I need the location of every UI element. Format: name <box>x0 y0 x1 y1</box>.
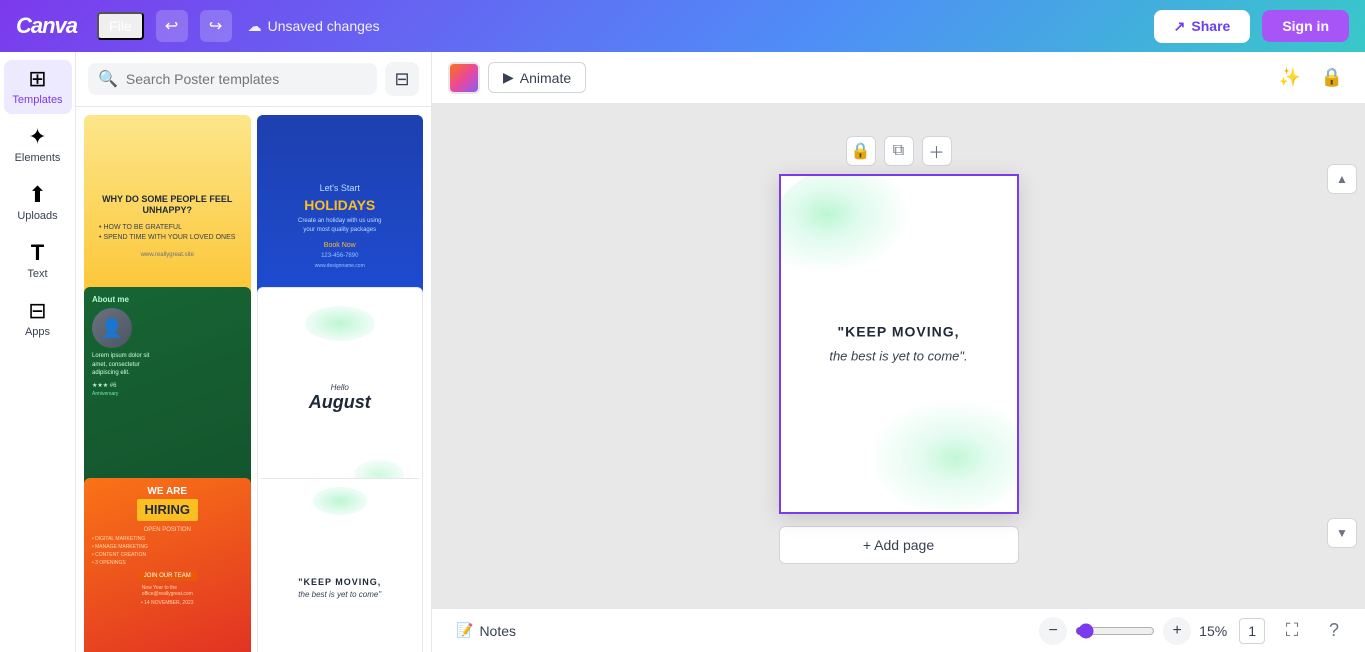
sidebar-item-label: Text <box>27 268 47 280</box>
notes-icon: 📝 <box>456 622 473 639</box>
main-area: ⊞ Templates ✦ Elements ⬆ Uploads T Text … <box>0 52 1365 652</box>
watercolor-bottom-right <box>867 392 1019 512</box>
share-icon: ↗ <box>1174 18 1186 35</box>
zoom-controls: − + 15% <box>1039 617 1227 645</box>
copy-icon: ⧉ <box>893 142 904 160</box>
template-card-travel-journal[interactable]: About me 👤 Lorem ipsum dolor sitamet, co… <box>84 287 251 509</box>
fullscreen-icon: ⛶ <box>1286 620 1299 641</box>
zoom-in-button[interactable]: + <box>1163 617 1191 645</box>
fullscreen-button[interactable]: ⛶ <box>1277 616 1307 646</box>
quote-main-text: "KEEP MOVING, <box>799 322 999 342</box>
canvas-add-button[interactable]: ＋ <box>922 136 952 166</box>
help-icon: ? <box>1329 620 1339 641</box>
color-swatch[interactable] <box>448 62 480 94</box>
undo-button[interactable]: ↩ <box>156 10 188 42</box>
sidebar-item-templates[interactable]: ⊞ Templates <box>4 60 72 114</box>
quote-sub-text: the best is yet to come". <box>799 346 999 366</box>
canvas-document[interactable]: "KEEP MOVING, the best is yet to come". <box>779 174 1019 514</box>
bottom-bar: 📝 Notes − + 15% 1 ⛶ ? <box>432 608 1365 652</box>
sidebar-item-label: Templates <box>12 94 62 106</box>
signin-button[interactable]: Sign in <box>1262 10 1349 42</box>
apps-icon: ⊟ <box>28 300 46 322</box>
redo-icon: ↪ <box>209 16 222 36</box>
animate-icon: ▶ <box>503 69 514 86</box>
filter-button[interactable]: ⊟ <box>385 62 419 96</box>
canvas-lock-button[interactable]: 🔒 <box>846 136 876 166</box>
sidebar: ⊞ Templates ✦ Elements ⬆ Uploads T Text … <box>0 52 76 652</box>
sidebar-item-label: Apps <box>25 326 50 338</box>
text-icon: T <box>31 242 44 264</box>
sidebar-item-elements[interactable]: ✦ Elements <box>4 118 72 172</box>
zoom-slider[interactable] <box>1075 623 1155 639</box>
search-icon: 🔍 <box>98 69 118 89</box>
zoom-level: 15% <box>1199 623 1227 639</box>
lock-icon: 🔒 <box>1321 67 1343 88</box>
uploads-icon: ⬆ <box>28 184 46 206</box>
canvas-copy-button[interactable]: ⧉ <box>884 136 914 166</box>
sidebar-item-label: Elements <box>15 152 61 164</box>
zoom-out-button[interactable]: − <box>1039 617 1067 645</box>
animate-button[interactable]: ▶ Animate <box>488 62 586 93</box>
template-card-keep-moving-small[interactable]: "KEEP MOVING, the best is yet to come" <box>257 478 424 652</box>
search-bar: 🔍 ⊟ <box>76 52 431 107</box>
lock-button[interactable]: 🔒 <box>1315 61 1349 95</box>
sidebar-item-uploads[interactable]: ⬆ Uploads <box>4 176 72 230</box>
cloud-icon: ☁ <box>248 18 262 35</box>
canvas-area: ▶ Animate ✨ 🔒 🔒 ⧉ ＋ <box>432 52 1365 652</box>
lock-icon: 🔒 <box>851 141 871 161</box>
topbar: Canva File ↩ ↪ ☁ Unsaved changes ↗ Share… <box>0 0 1365 52</box>
unsaved-changes-indicator: ☁ Unsaved changes <box>248 18 380 35</box>
canvas-viewport: 🔒 ⧉ ＋ "KEEP MOVING, the best is yet to c… <box>432 104 1365 608</box>
sidebar-item-apps[interactable]: ⊟ Apps <box>4 292 72 346</box>
sidebar-item-text[interactable]: T Text <box>4 234 72 288</box>
scroll-up-button[interactable]: ▲ <box>1327 164 1357 194</box>
search-input-wrap: 🔍 <box>88 63 377 95</box>
share-button[interactable]: ↗ Share <box>1154 10 1251 43</box>
template-panel: 🔍 ⊟ WHY DO SOME PEOPLE FEEL UNHAPPY? • H… <box>76 52 432 652</box>
file-menu-button[interactable]: File <box>97 12 144 40</box>
templates-icon: ⊞ <box>28 68 46 90</box>
search-input[interactable] <box>126 71 367 87</box>
magic-icon: ✨ <box>1279 67 1301 88</box>
sidebar-item-label: Uploads <box>17 210 57 222</box>
redo-button[interactable]: ↪ <box>200 10 232 42</box>
notes-label: Notes <box>479 623 516 639</box>
template-card-hello-august[interactable]: Hello August <box>257 287 424 509</box>
magic-resize-button[interactable]: ✨ <box>1273 61 1307 95</box>
templates-grid: WHY DO SOME PEOPLE FEEL UNHAPPY? • HOW T… <box>76 107 431 652</box>
watercolor-top-left <box>779 174 911 286</box>
help-button[interactable]: ? <box>1319 616 1349 646</box>
template-card-hiring[interactable]: WE ARE HIRING OPEN POSITION • DIGITAL MA… <box>84 478 251 652</box>
page-indicator: 1 <box>1239 618 1265 644</box>
canva-logo: Canva <box>16 13 77 39</box>
elements-icon: ✦ <box>28 126 46 148</box>
add-page-button[interactable]: + Add page <box>779 526 1019 564</box>
unsaved-label: Unsaved changes <box>268 18 380 34</box>
animate-label: Animate <box>520 70 571 86</box>
filter-icon: ⊟ <box>394 69 409 90</box>
add-icon: ＋ <box>928 139 944 163</box>
canvas-toolbar: ▶ Animate ✨ 🔒 <box>432 52 1365 104</box>
undo-icon: ↩ <box>165 16 178 36</box>
document-content: "KEEP MOVING, the best is yet to come". <box>799 322 999 365</box>
scroll-down-button[interactable]: ▼ <box>1327 518 1357 548</box>
notes-button[interactable]: 📝 Notes <box>448 618 524 643</box>
